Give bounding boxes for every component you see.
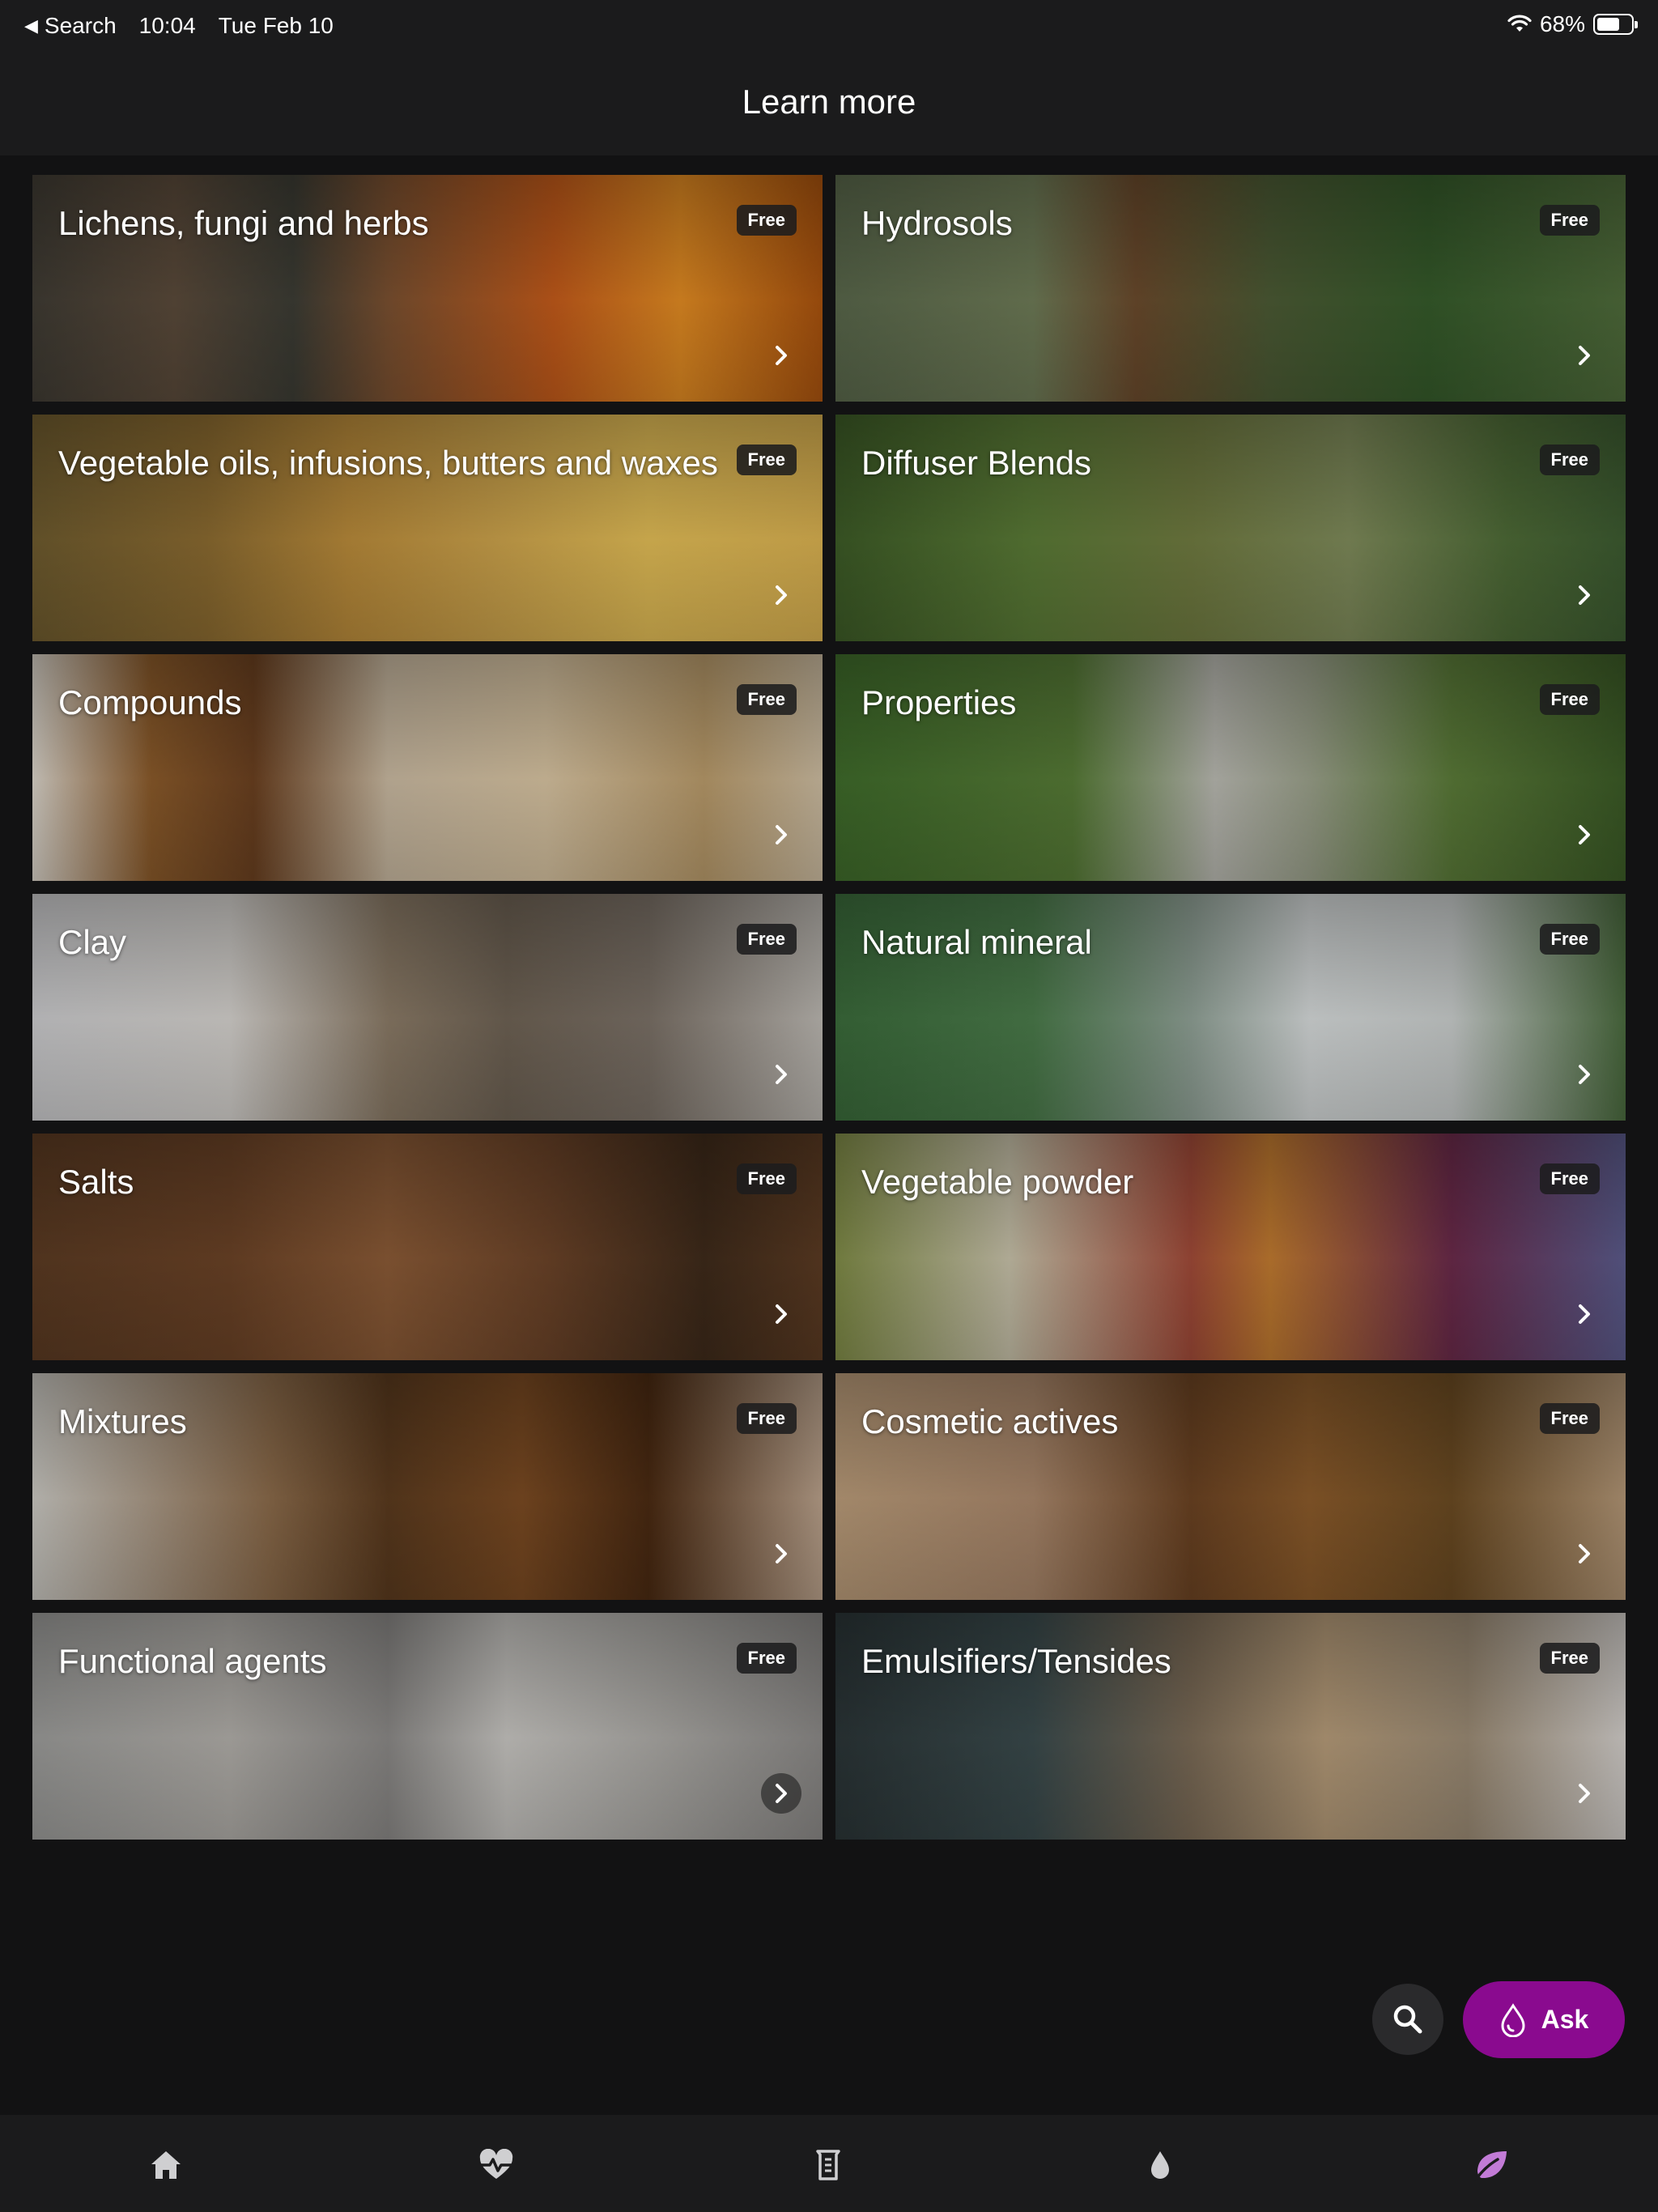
category-card[interactable]: Natural mineral Free — [835, 894, 1626, 1121]
card-title: Emulsifiers/Tensides — [861, 1642, 1171, 1680]
battery-percent: 68% — [1539, 11, 1585, 36]
category-card[interactable]: Cosmetic actives Free — [835, 1373, 1626, 1600]
chevron-right-icon — [769, 1062, 793, 1087]
free-badge: Free — [736, 684, 797, 715]
chevron-right-icon — [1572, 1542, 1596, 1566]
free-badge: Free — [736, 924, 797, 955]
chevron-right-icon — [1572, 1062, 1596, 1087]
category-card[interactable]: Mixtures Free — [32, 1373, 823, 1600]
card-title: Functional agents — [58, 1642, 327, 1680]
chevron-right-icon — [1572, 343, 1596, 368]
chevron-right-icon — [1572, 583, 1596, 607]
free-badge: Free — [1539, 1643, 1600, 1674]
home-icon — [151, 2151, 181, 2179]
chevron-right-icon — [769, 1542, 793, 1566]
card-title: Natural mineral — [861, 923, 1092, 961]
status-date: Tue Feb 10 — [218, 13, 334, 38]
tab-bar — [0, 2115, 1658, 2212]
status-right: 68% — [1507, 11, 1638, 37]
back-to-app-button[interactable]: ◀ Search — [24, 13, 117, 39]
free-badge: Free — [736, 205, 797, 236]
chevron-right-icon — [769, 583, 793, 607]
category-card[interactable]: Properties Free — [835, 654, 1626, 881]
card-title: Vegetable powder — [861, 1163, 1134, 1201]
card-title: Vegetable oils, infusions, butters and w… — [58, 444, 718, 482]
card-overlay — [32, 894, 823, 1121]
tab-home[interactable] — [142, 2141, 190, 2189]
tab-learn[interactable] — [1467, 2141, 1516, 2189]
page-title: Learn more — [742, 83, 916, 121]
search-icon — [1393, 2005, 1422, 2034]
free-badge: Free — [736, 1403, 797, 1434]
drop-icon — [1501, 2002, 1525, 2037]
chevron-right-icon — [769, 823, 793, 847]
card-title: Mixtures — [58, 1402, 187, 1440]
category-card[interactable]: Clay Free — [32, 894, 823, 1121]
status-bar: ◀ Search 10:04 Tue Feb 10 68% — [0, 0, 1658, 52]
beaker-icon — [816, 2150, 840, 2180]
free-badge: Free — [736, 1643, 797, 1674]
back-arrow-icon: ◀ — [24, 15, 38, 36]
battery-icon — [1593, 14, 1638, 35]
card-title: Diffuser Blends — [861, 444, 1092, 482]
category-card[interactable]: Emulsifiers/Tensides Free — [835, 1613, 1626, 1840]
category-card[interactable]: Hydrosols Free — [835, 175, 1626, 402]
card-title: Cosmetic actives — [861, 1402, 1119, 1440]
chevron-right-icon — [1572, 823, 1596, 847]
category-card[interactable]: Compounds Free — [32, 654, 823, 881]
free-badge: Free — [1539, 684, 1600, 715]
category-card[interactable]: Vegetable powder Free — [835, 1134, 1626, 1360]
category-card[interactable]: Lichens, fungi and herbs Free — [32, 175, 823, 402]
card-title: Clay — [58, 923, 127, 961]
free-badge: Free — [1539, 1403, 1600, 1434]
card-overlay — [32, 1134, 823, 1360]
category-card[interactable]: Vegetable oils, infusions, butters and w… — [32, 415, 823, 641]
ask-button[interactable]: Ask — [1463, 1981, 1625, 2058]
free-badge: Free — [736, 1163, 797, 1194]
chevron-right-icon — [1572, 1302, 1596, 1326]
chevron-right-icon — [1572, 1781, 1596, 1806]
chevron-right-icon — [761, 1773, 801, 1814]
card-title: Hydrosols — [861, 204, 1013, 242]
heart-pulse-icon — [479, 2149, 513, 2179]
search-button[interactable] — [1372, 1984, 1443, 2055]
category-card[interactable]: Salts Free — [32, 1134, 823, 1360]
ask-label: Ask — [1541, 2005, 1589, 2034]
free-badge: Free — [1539, 445, 1600, 475]
chevron-right-icon — [769, 343, 793, 368]
free-badge: Free — [1539, 205, 1600, 236]
tab-recipes[interactable] — [804, 2141, 852, 2189]
tab-health[interactable] — [472, 2141, 521, 2189]
chevron-right-icon — [769, 1302, 793, 1326]
card-title: Salts — [58, 1163, 134, 1201]
tab-oils[interactable] — [1136, 2141, 1184, 2189]
nav-header: Learn more — [0, 52, 1658, 155]
drop-icon — [1151, 2151, 1169, 2179]
free-badge: Free — [736, 445, 797, 475]
status-left: ◀ Search 10:04 Tue Feb 10 — [24, 13, 334, 39]
status-time: 10:04 — [138, 13, 196, 38]
battery-level — [1597, 18, 1620, 31]
card-title: Compounds — [58, 683, 242, 721]
category-card[interactable]: Diffuser Blends Free — [835, 415, 1626, 641]
card-title: Properties — [861, 683, 1017, 721]
leaf-icon — [1474, 2151, 1507, 2181]
category-grid: Lichens, fungi and herbs Free Hydrosols Fre… — [32, 175, 1626, 1840]
card-title: Lichens, fungi and herbs — [58, 204, 429, 242]
category-card[interactable]: Functional agents Free — [32, 1613, 823, 1840]
free-badge: Free — [1539, 1163, 1600, 1194]
free-badge: Free — [1539, 924, 1600, 955]
wifi-icon — [1507, 15, 1532, 32]
back-app-label: Search — [44, 13, 117, 38]
